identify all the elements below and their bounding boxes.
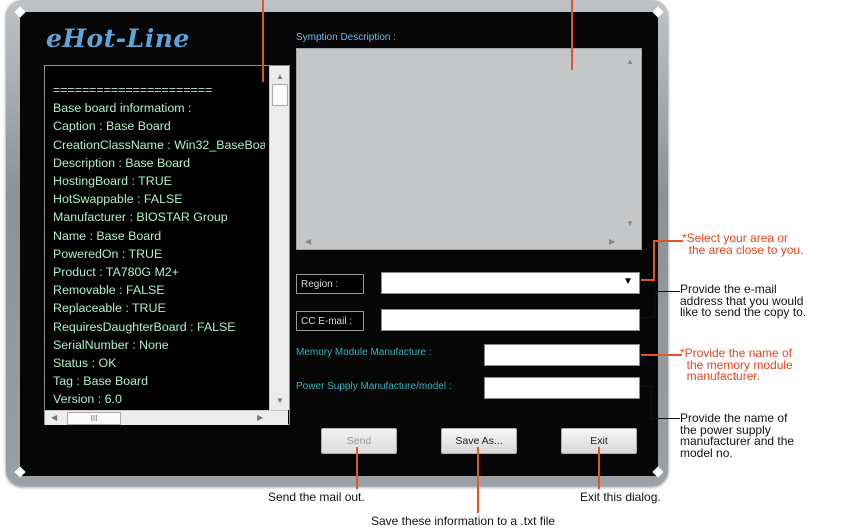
info-line: Removable : FALSE — [53, 283, 165, 298]
callout-line — [356, 447, 358, 489]
memory-manufacture-input[interactable] — [484, 344, 640, 366]
symptom-description-textarea[interactable]: ▲ ▼ ◀ ▶ — [296, 48, 642, 250]
scroll-right-icon[interactable]: ▶ — [257, 413, 263, 422]
scroll-left-icon[interactable]: ◀ — [51, 413, 57, 422]
info-line: CreationClassName : Win32_BaseBoard — [53, 137, 265, 152]
exit-annotation: Exit this dialog. — [580, 490, 661, 504]
scroll-up-icon[interactable]: ▲ — [626, 57, 634, 66]
scroll-down-icon[interactable]: ▼ — [626, 219, 634, 228]
save-annotation: Save these information to a .txt file — [371, 514, 556, 528]
callout-line — [571, 0, 573, 70]
info-line: ====================== — [53, 83, 213, 97]
send-annotation: Send the mail out. — [268, 490, 365, 504]
memory-annotation: *Provide the name of the memory module m… — [680, 346, 793, 383]
save-as-button[interactable]: Save As... — [441, 428, 517, 454]
cc-email-annotation: Provide the e-mail address that you woul… — [680, 282, 807, 319]
callout-line — [598, 447, 600, 489]
scroll-down-icon[interactable]: ▼ — [276, 396, 284, 405]
hscroll-thumb[interactable]: III — [67, 412, 121, 425]
info-line: RequiresDaughterBoard : FALSE — [53, 319, 236, 334]
info-line: Caption : Base Board — [53, 119, 171, 134]
info-line: Description : Base Board — [53, 155, 191, 170]
callout-line — [651, 418, 680, 419]
info-horizontal-scrollbar[interactable]: ◀ III ▶ — [45, 410, 288, 425]
scroll-thumb[interactable] — [272, 84, 288, 106]
scroll-left-icon[interactable]: ◀ — [305, 237, 311, 246]
callout-line — [654, 291, 680, 292]
info-vertical-scrollbar[interactable]: ▲ ▼ — [269, 66, 289, 410]
chevron-down-icon[interactable]: ▼ — [623, 276, 633, 287]
region-annotation: *Select your area or the area close to y… — [682, 231, 804, 257]
info-line: Tag : Base Board — [53, 374, 149, 389]
callout-line — [653, 240, 655, 281]
callout-line — [477, 447, 479, 513]
cc-email-label: CC E-mail : — [296, 311, 364, 331]
info-line: HotSwappable : FALSE — [53, 192, 183, 207]
info-line: Replaceable : TRUE — [53, 301, 166, 316]
info-line: Base board informatiom : — [53, 101, 192, 116]
region-label: Region : — [296, 274, 364, 294]
scroll-up-icon[interactable]: ▲ — [276, 72, 284, 81]
info-line: Manufacturer : BIOSTAR Group — [53, 210, 228, 225]
callout-line — [262, 0, 264, 82]
system-info-panel[interactable]: ====================== Base board inform… — [44, 65, 290, 425]
send-button[interactable]: Send — [321, 428, 397, 454]
symptom-description-label: Symption Description : — [296, 32, 397, 43]
power-annotation: Provide the name of the power supply man… — [680, 411, 795, 460]
info-line: SerialNumber : None — [53, 337, 169, 352]
system-info-text: ====================== Base board inform… — [53, 81, 265, 409]
info-line: PoweredOn : TRUE — [53, 246, 163, 261]
callout-line — [651, 386, 652, 419]
app-title: eHot-Line — [46, 24, 190, 53]
callout-line — [641, 354, 682, 356]
info-line: Name : Base Board — [53, 228, 162, 243]
info-line: Version : 6.0 — [53, 392, 122, 407]
memory-manufacture-label: Memory Module Manufacture : — [296, 347, 432, 358]
region-select[interactable]: ▼ — [381, 272, 640, 294]
info-line: Product : TA780G M2+ — [53, 265, 179, 280]
power-supply-input[interactable] — [484, 377, 640, 399]
info-line: Status : OK — [53, 356, 117, 371]
cc-email-input[interactable] — [381, 309, 640, 331]
power-supply-label: Power Supply Manufacture/model : — [296, 381, 452, 392]
scroll-right-icon[interactable]: ▶ — [609, 237, 615, 246]
info-line: HostingBoard : TRUE — [53, 174, 172, 189]
callout-line — [641, 317, 655, 318]
callout-line — [653, 240, 683, 242]
callout-line — [654, 291, 655, 318]
